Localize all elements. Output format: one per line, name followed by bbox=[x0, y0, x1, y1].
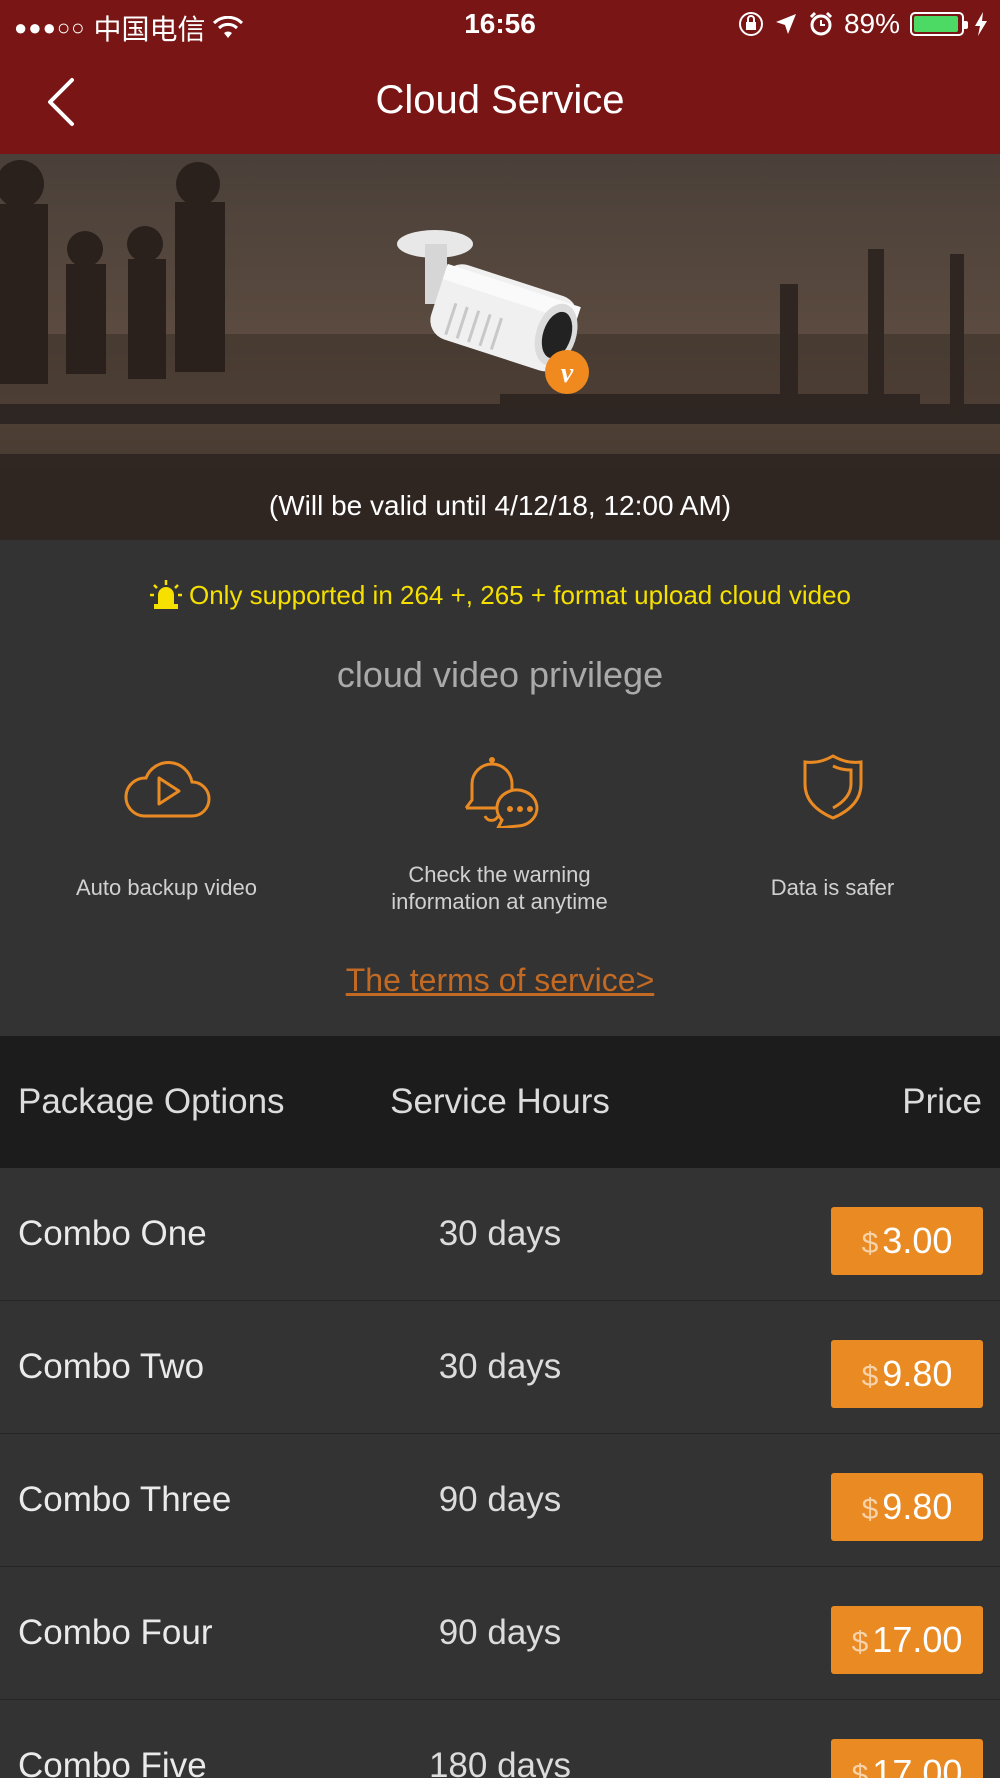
package-table-header: Package Options Service Hours Price bbox=[0, 1036, 1000, 1168]
feature-auto-backup: Auto backup video bbox=[0, 752, 333, 900]
orientation-lock-icon bbox=[738, 12, 763, 36]
header-service-hours: Service Hours bbox=[390, 1082, 610, 1121]
feature-label: Data is safer bbox=[770, 875, 895, 900]
price-value: 3.00 bbox=[882, 1220, 953, 1261]
feature-label: Auto backup video bbox=[75, 875, 258, 900]
package-row[interactable]: Combo Five 180 days $17.00 bbox=[0, 1700, 1000, 1778]
package-row[interactable]: Combo Three 90 days $9.80 bbox=[0, 1434, 1000, 1567]
package-row[interactable]: Combo One 30 days $3.00 bbox=[0, 1168, 1000, 1301]
location-arrow-icon bbox=[775, 14, 796, 34]
format-notice-text: Only supported in 264 +, 265 + format up… bbox=[189, 579, 851, 610]
battery-percent: 89% bbox=[843, 8, 900, 39]
privilege-title: cloud video privilege bbox=[336, 654, 664, 695]
currency-symbol: $ bbox=[861, 1227, 879, 1260]
bell-message-icon bbox=[464, 757, 538, 828]
battery-icon bbox=[910, 12, 968, 36]
navigation-bar: Cloud Service bbox=[0, 48, 1000, 154]
price-value: 9.80 bbox=[882, 1486, 953, 1527]
feature-label-line2: information at anytime bbox=[391, 889, 608, 914]
package-row[interactable]: Combo Four 90 days $17.00 bbox=[0, 1567, 1000, 1700]
hero-banner: v (Will be valid until 4/12/18, 12:00 AM… bbox=[0, 154, 1000, 540]
price-value: 17.00 bbox=[872, 1752, 963, 1778]
alarm-icon bbox=[809, 11, 833, 36]
battery-fill bbox=[914, 16, 958, 32]
currency-symbol: $ bbox=[851, 1759, 869, 1778]
charging-icon bbox=[975, 12, 987, 36]
cloud-play-icon bbox=[123, 761, 210, 818]
currency-symbol: $ bbox=[861, 1360, 879, 1393]
feature-warning-info: Check the warning information at anytime bbox=[333, 752, 666, 914]
security-camera-image: v bbox=[397, 230, 589, 394]
alarm-light-icon bbox=[150, 580, 182, 609]
buy-price-button[interactable]: $9.80 bbox=[831, 1340, 983, 1408]
status-bar: ●●●○○ 中国电信 16:56 89% bbox=[0, 0, 1000, 48]
package-row[interactable]: Combo Two 30 days $9.80 bbox=[0, 1301, 1000, 1434]
terms-of-service-link[interactable]: The terms of service> bbox=[0, 962, 1000, 999]
shield-icon bbox=[803, 754, 862, 820]
feature-data-safer: Data is safer bbox=[666, 752, 999, 900]
currency-symbol: $ bbox=[861, 1493, 879, 1526]
format-notice: Only supported in 264 +, 265 + format up… bbox=[0, 578, 1000, 612]
validity-text: (Will be valid until 4/12/18, 12:00 AM) bbox=[268, 490, 732, 521]
price-value: 17.00 bbox=[872, 1619, 963, 1660]
feature-label: Check the warning information at anytime bbox=[333, 861, 666, 915]
buy-price-button[interactable]: $17.00 bbox=[831, 1606, 983, 1674]
feature-label-line1: Check the warning bbox=[408, 862, 591, 887]
buy-price-button[interactable]: $3.00 bbox=[831, 1207, 983, 1275]
buy-price-button[interactable]: $9.80 bbox=[831, 1473, 983, 1541]
page-title: Cloud Service bbox=[375, 78, 625, 122]
header-price: Price bbox=[902, 1082, 982, 1121]
badge-letter: v bbox=[561, 358, 574, 389]
buy-price-button[interactable]: $17.00 bbox=[831, 1739, 983, 1778]
status-bar-right: 89% bbox=[738, 8, 988, 40]
price-value: 9.80 bbox=[882, 1353, 953, 1394]
currency-symbol: $ bbox=[851, 1626, 869, 1659]
